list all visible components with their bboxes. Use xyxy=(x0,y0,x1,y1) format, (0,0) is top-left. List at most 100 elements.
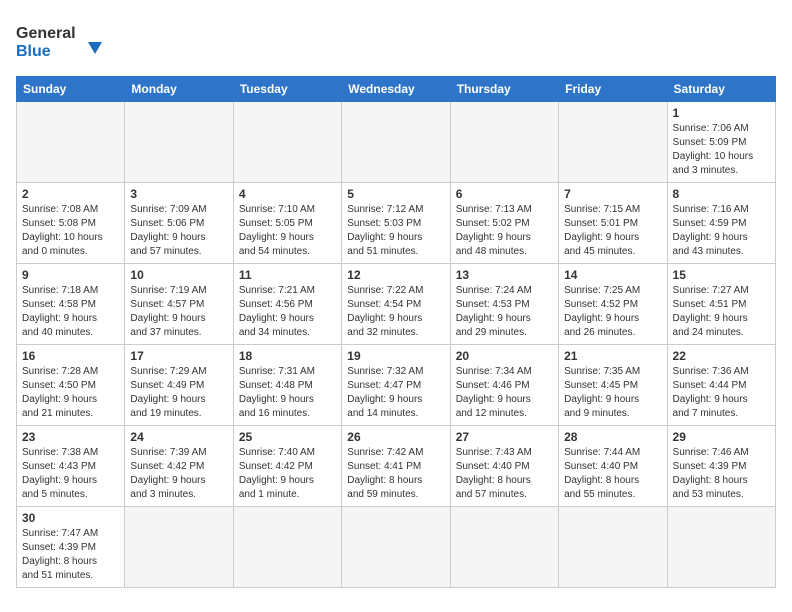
day-info: Sunrise: 7:24 AM Sunset: 4:53 PM Dayligh… xyxy=(456,284,553,340)
day-number: 27 xyxy=(456,430,553,444)
day-info: Sunrise: 7:12 AM Sunset: 5:03 PM Dayligh… xyxy=(347,203,444,259)
calendar-cell xyxy=(450,102,558,183)
calendar-cell xyxy=(125,507,233,588)
day-number: 28 xyxy=(564,430,661,444)
day-number: 8 xyxy=(673,187,770,201)
calendar-cell xyxy=(450,507,558,588)
day-info: Sunrise: 7:35 AM Sunset: 4:45 PM Dayligh… xyxy=(564,365,661,421)
day-info: Sunrise: 7:22 AM Sunset: 4:54 PM Dayligh… xyxy=(347,284,444,340)
day-number: 29 xyxy=(673,430,770,444)
day-info: Sunrise: 7:42 AM Sunset: 4:41 PM Dayligh… xyxy=(347,446,444,502)
calendar-cell xyxy=(233,507,341,588)
day-info: Sunrise: 7:32 AM Sunset: 4:47 PM Dayligh… xyxy=(347,365,444,421)
weekday-header-saturday: Saturday xyxy=(667,77,775,102)
calendar-cell: 7 Sunrise: 7:15 AM Sunset: 5:01 PM Daylig… xyxy=(559,183,667,264)
day-info: Sunrise: 7:43 AM Sunset: 4:40 PM Dayligh… xyxy=(456,446,553,502)
day-number: 19 xyxy=(347,349,444,363)
day-number: 24 xyxy=(130,430,227,444)
day-info: Sunrise: 7:29 AM Sunset: 4:49 PM Dayligh… xyxy=(130,365,227,421)
calendar-cell xyxy=(17,102,125,183)
page-header: General Blue xyxy=(16,16,776,66)
calendar-cell: 27 Sunrise: 7:43 AM Sunset: 4:40 PM Dayli… xyxy=(450,426,558,507)
day-info: Sunrise: 7:09 AM Sunset: 5:06 PM Dayligh… xyxy=(130,203,227,259)
day-number: 17 xyxy=(130,349,227,363)
day-info: Sunrise: 7:28 AM Sunset: 4:50 PM Dayligh… xyxy=(22,365,119,421)
weekday-header-thursday: Thursday xyxy=(450,77,558,102)
calendar-cell: 30Sunrise: 7:47 AM Sunset: 4:39 PM Dayli… xyxy=(17,507,125,588)
day-info: Sunrise: 7:27 AM Sunset: 4:51 PM Dayligh… xyxy=(673,284,770,340)
day-number: 23 xyxy=(22,430,119,444)
day-info: Sunrise: 7:18 AM Sunset: 4:58 PM Dayligh… xyxy=(22,284,119,340)
calendar-cell: 21 Sunrise: 7:35 AM Sunset: 4:45 PM Dayli… xyxy=(559,345,667,426)
calendar-cell xyxy=(667,507,775,588)
day-info: Sunrise: 7:39 AM Sunset: 4:42 PM Dayligh… xyxy=(130,446,227,502)
calendar-cell: 5Sunrise: 7:12 AM Sunset: 5:03 PM Daylig… xyxy=(342,183,450,264)
day-info: Sunrise: 7:47 AM Sunset: 4:39 PM Dayligh… xyxy=(22,527,119,583)
day-number: 25 xyxy=(239,430,336,444)
calendar-week-6: 30Sunrise: 7:47 AM Sunset: 4:39 PM Dayli… xyxy=(17,507,776,588)
day-info: Sunrise: 7:36 AM Sunset: 4:44 PM Dayligh… xyxy=(673,365,770,421)
calendar-cell xyxy=(342,507,450,588)
day-number: 9 xyxy=(22,268,119,282)
calendar-week-5: 23 Sunrise: 7:38 AM Sunset: 4:43 PM Dayli… xyxy=(17,426,776,507)
day-number: 6 xyxy=(456,187,553,201)
day-info: Sunrise: 7:16 AM Sunset: 4:59 PM Dayligh… xyxy=(673,203,770,259)
calendar-cell: 14Sunrise: 7:25 AM Sunset: 4:52 PM Dayli… xyxy=(559,264,667,345)
day-number: 2 xyxy=(22,187,119,201)
calendar-cell: 25 Sunrise: 7:40 AM Sunset: 4:42 PM Dayli… xyxy=(233,426,341,507)
day-number: 21 xyxy=(564,349,661,363)
day-number: 14 xyxy=(564,268,661,282)
calendar-cell xyxy=(233,102,341,183)
calendar-cell: 26Sunrise: 7:42 AM Sunset: 4:41 PM Dayli… xyxy=(342,426,450,507)
svg-text:Blue: Blue xyxy=(16,43,51,60)
weekday-header-monday: Monday xyxy=(125,77,233,102)
calendar-cell: 9 Sunrise: 7:18 AM Sunset: 4:58 PM Daylig… xyxy=(17,264,125,345)
calendar-cell: 24 Sunrise: 7:39 AM Sunset: 4:42 PM Dayli… xyxy=(125,426,233,507)
day-info: Sunrise: 7:31 AM Sunset: 4:48 PM Dayligh… xyxy=(239,365,336,421)
calendar-cell: 23 Sunrise: 7:38 AM Sunset: 4:43 PM Dayli… xyxy=(17,426,125,507)
calendar-cell: 17 Sunrise: 7:29 AM Sunset: 4:49 PM Dayli… xyxy=(125,345,233,426)
calendar-cell: 4 Sunrise: 7:10 AM Sunset: 5:05 PM Daylig… xyxy=(233,183,341,264)
day-number: 11 xyxy=(239,268,336,282)
calendar-cell: 1Sunrise: 7:06 AM Sunset: 5:09 PM Daylig… xyxy=(667,102,775,183)
calendar-cell: 29 Sunrise: 7:46 AM Sunset: 4:39 PM Dayli… xyxy=(667,426,775,507)
calendar-cell: 13 Sunrise: 7:24 AM Sunset: 4:53 PM Dayli… xyxy=(450,264,558,345)
day-number: 15 xyxy=(673,268,770,282)
calendar-cell xyxy=(559,507,667,588)
calendar-cell: 8 Sunrise: 7:16 AM Sunset: 4:59 PM Daylig… xyxy=(667,183,775,264)
calendar-cell: 3 Sunrise: 7:09 AM Sunset: 5:06 PM Daylig… xyxy=(125,183,233,264)
day-number: 1 xyxy=(673,106,770,120)
weekday-header-tuesday: Tuesday xyxy=(233,77,341,102)
day-number: 16 xyxy=(22,349,119,363)
day-number: 13 xyxy=(456,268,553,282)
calendar-cell: 12Sunrise: 7:22 AM Sunset: 4:54 PM Dayli… xyxy=(342,264,450,345)
calendar-cell: 22Sunrise: 7:36 AM Sunset: 4:44 PM Dayli… xyxy=(667,345,775,426)
calendar-cell: 6 Sunrise: 7:13 AM Sunset: 5:02 PM Daylig… xyxy=(450,183,558,264)
day-info: Sunrise: 7:38 AM Sunset: 4:43 PM Dayligh… xyxy=(22,446,119,502)
calendar-cell: 11Sunrise: 7:21 AM Sunset: 4:56 PM Dayli… xyxy=(233,264,341,345)
calendar-cell: 2 Sunrise: 7:08 AM Sunset: 5:08 PM Daylig… xyxy=(17,183,125,264)
day-number: 18 xyxy=(239,349,336,363)
calendar-week-3: 9 Sunrise: 7:18 AM Sunset: 4:58 PM Daylig… xyxy=(17,264,776,345)
day-info: Sunrise: 7:46 AM Sunset: 4:39 PM Dayligh… xyxy=(673,446,770,502)
day-info: Sunrise: 7:15 AM Sunset: 5:01 PM Dayligh… xyxy=(564,203,661,259)
weekday-header-wednesday: Wednesday xyxy=(342,77,450,102)
calendar-cell: 20Sunrise: 7:34 AM Sunset: 4:46 PM Dayli… xyxy=(450,345,558,426)
day-number: 10 xyxy=(130,268,227,282)
day-number: 4 xyxy=(239,187,336,201)
day-number: 3 xyxy=(130,187,227,201)
day-info: Sunrise: 7:08 AM Sunset: 5:08 PM Dayligh… xyxy=(22,203,119,259)
calendar-cell xyxy=(342,102,450,183)
day-info: Sunrise: 7:13 AM Sunset: 5:02 PM Dayligh… xyxy=(456,203,553,259)
calendar-cell xyxy=(559,102,667,183)
day-number: 7 xyxy=(564,187,661,201)
calendar-week-4: 16 Sunrise: 7:28 AM Sunset: 4:50 PM Dayli… xyxy=(17,345,776,426)
calendar-cell: 19 Sunrise: 7:32 AM Sunset: 4:47 PM Dayli… xyxy=(342,345,450,426)
day-info: Sunrise: 7:40 AM Sunset: 4:42 PM Dayligh… xyxy=(239,446,336,502)
calendar-cell: 15 Sunrise: 7:27 AM Sunset: 4:51 PM Dayli… xyxy=(667,264,775,345)
calendar-body: 1Sunrise: 7:06 AM Sunset: 5:09 PM Daylig… xyxy=(17,102,776,588)
calendar-header: SundayMondayTuesdayWednesdayThursdayFrid… xyxy=(17,77,776,102)
weekday-header-sunday: Sunday xyxy=(17,77,125,102)
day-info: Sunrise: 7:10 AM Sunset: 5:05 PM Dayligh… xyxy=(239,203,336,259)
calendar-week-2: 2 Sunrise: 7:08 AM Sunset: 5:08 PM Daylig… xyxy=(17,183,776,264)
